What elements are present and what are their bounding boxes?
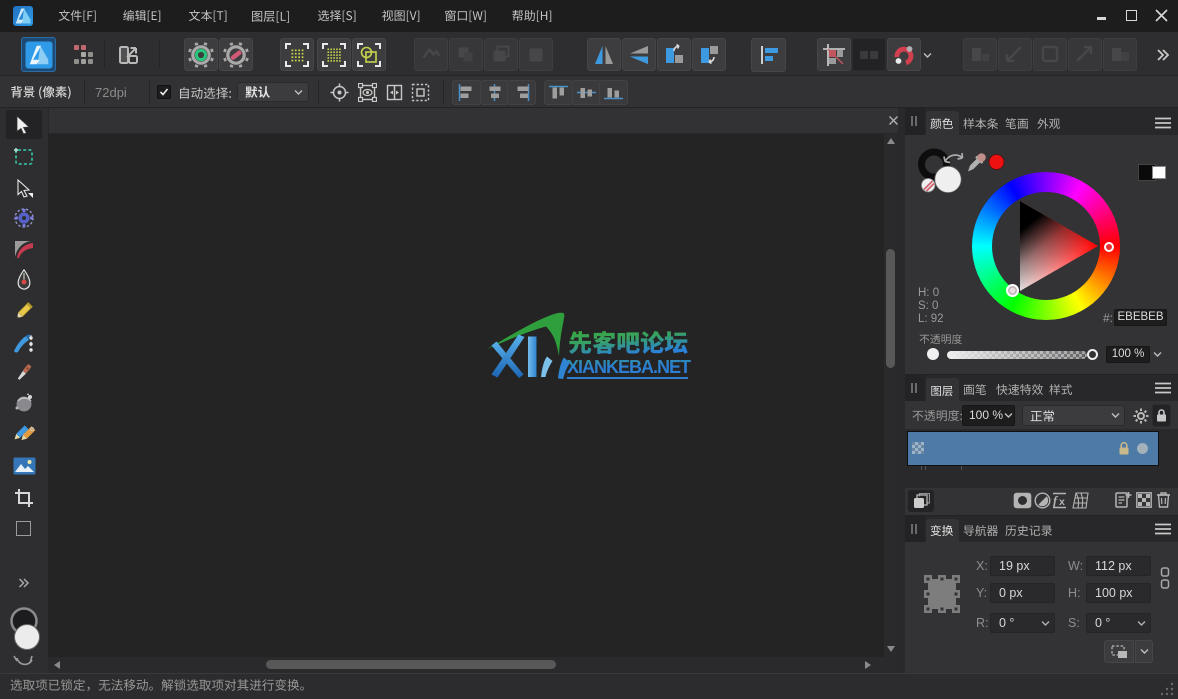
svg-text:x: x — [1059, 496, 1065, 508]
